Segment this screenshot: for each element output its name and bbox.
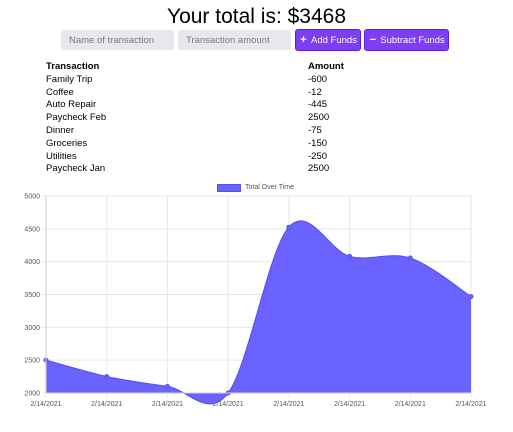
subtract-funds-button[interactable]: − Subtract Funds [364, 29, 449, 51]
transaction-name: Utilities [46, 150, 77, 162]
page-title: Your total is: $3468 [166, 5, 347, 28]
transactions-table: Transaction Amount Family Trip -600 Coffe… [46, 61, 386, 176]
x-tick-label: 2/14/2021 [152, 401, 183, 408]
transaction-name: Family Trip [46, 73, 93, 85]
transaction-name: Groceries [46, 137, 88, 149]
minus-icon: − [369, 34, 376, 46]
table-row: Groceries -150 [46, 138, 386, 151]
transaction-name: Dinner [46, 124, 74, 136]
x-tick-label: 2/14/2021 [395, 401, 426, 408]
table-row: Coffee -12 [46, 87, 386, 100]
data-point [164, 383, 170, 389]
transaction-form: + Add Funds − Subtract Funds [0, 29, 513, 51]
y-tick-label: 5000 [24, 194, 40, 201]
add-funds-label: Add Funds [311, 34, 357, 46]
x-tick-label: 2/14/2021 [455, 401, 486, 408]
transaction-amount: -12 [308, 86, 322, 98]
series-area [46, 220, 471, 404]
y-tick-label: 4500 [24, 226, 40, 233]
transaction-name-input[interactable] [61, 30, 174, 50]
data-point [347, 253, 353, 259]
x-tick-label: 2/14/2021 [334, 401, 365, 408]
column-header-transaction: Transaction [46, 61, 100, 72]
y-tick-label: 3000 [24, 325, 40, 332]
data-point [468, 294, 474, 300]
transaction-amount: -600 [308, 73, 328, 85]
total-over-time-chart: 2000 2500 3000 3500 4000 4500 5000 2/14/2021 2/1… [24, 194, 486, 409]
data-point [407, 255, 413, 261]
transaction-amount: -445 [308, 99, 328, 111]
transaction-amount: -250 [308, 150, 328, 162]
column-header-amount: Amount [308, 61, 344, 72]
table-row: Utilities -250 [46, 151, 386, 164]
transaction-amount: 2500 [308, 112, 330, 124]
transaction-amount: -150 [308, 137, 328, 149]
table-row: Paycheck Feb 2500 [46, 112, 386, 125]
subtract-funds-label: Subtract Funds [380, 34, 445, 46]
transaction-name: Paycheck Jan [46, 163, 106, 175]
table-row: Paycheck Jan 2500 [46, 163, 386, 176]
table-header-row: Transaction Amount [46, 61, 386, 74]
table-row: Dinner -75 [46, 125, 386, 138]
transaction-name: Coffee [46, 86, 74, 98]
transaction-amount-input[interactable] [178, 30, 291, 50]
table-row: Auto Repair -445 [46, 99, 386, 112]
x-tick-label: 2/14/2021 [273, 401, 304, 408]
y-tick-label: 3500 [24, 292, 40, 299]
transaction-amount: -75 [308, 124, 322, 136]
plus-icon: + [300, 34, 307, 46]
y-tick-label: 2000 [24, 391, 40, 398]
transaction-name: Auto Repair [46, 99, 97, 111]
x-tick-label: 2/14/2021 [91, 401, 122, 408]
x-tick-label: 2/14/2021 [30, 401, 61, 408]
transaction-amount: 2500 [308, 163, 330, 175]
data-point [286, 224, 292, 230]
transaction-name: Paycheck Feb [46, 112, 107, 124]
data-point [104, 374, 110, 380]
table-row: Family Trip -600 [46, 74, 386, 87]
y-tick-label: 2500 [24, 358, 40, 365]
y-tick-label: 4000 [24, 259, 40, 266]
add-funds-button[interactable]: + Add Funds [295, 29, 361, 51]
